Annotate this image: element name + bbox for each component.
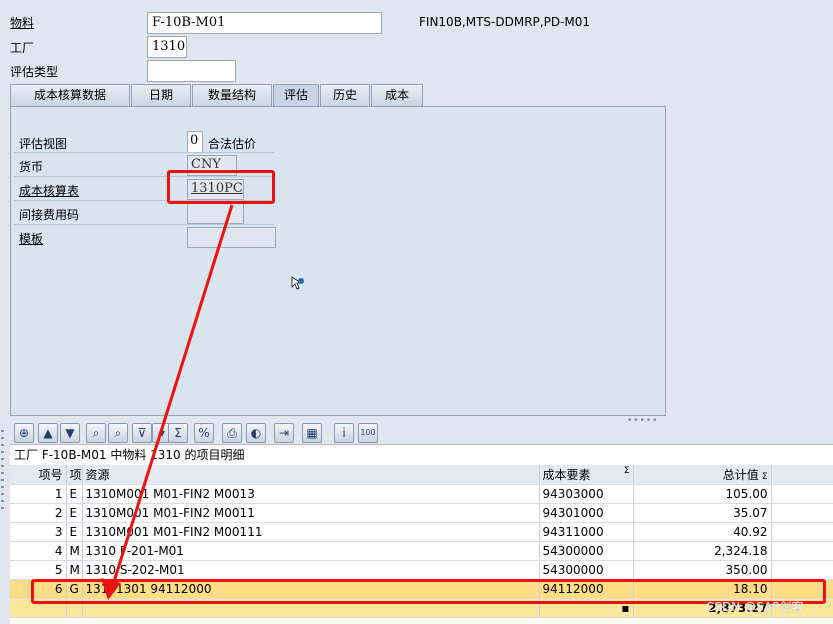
print-icon[interactable]: ⎙: [222, 423, 242, 443]
valuation-view-label: 评估视图: [19, 137, 68, 151]
cell-cost-element: 94311000: [539, 522, 634, 542]
table-row[interactable]: 4 M 1310 F-201-M01 54300000 2,324.18: [10, 541, 833, 561]
info-icon[interactable]: i: [334, 423, 354, 443]
cell-cost-element: 54300000: [539, 560, 634, 580]
alv-title: 工厂 F-10B-M01 中物料 1310 的项目明细: [14, 448, 245, 462]
costing-sheet-highlight: [167, 170, 275, 204]
tab-costs[interactable]: 成本: [371, 84, 423, 106]
template-field: [187, 227, 276, 248]
table-row[interactable]: 5 M 1310 S-202-M01 54300000 350.00: [10, 560, 833, 580]
row-divider: [14, 152, 274, 153]
subtotal-icon[interactable]: %: [194, 423, 214, 443]
row-divider: [14, 224, 274, 225]
plant-field[interactable]: 1310: [147, 36, 187, 58]
tab-valuation[interactable]: 评估: [273, 84, 319, 107]
view-icon[interactable]: ◐: [246, 423, 266, 443]
valuation-view-field[interactable]: 0: [187, 131, 203, 153]
cell-resource: 1310 F-201-M01: [82, 541, 540, 561]
table-row[interactable]: 1 E 1310M001 M01-FIN2 M0013 94303000 105…: [10, 484, 833, 504]
cell-type: E: [66, 484, 83, 504]
header-area: 物料 F-10B-M01 FIN10B,MTS-DDMRP,PD-M01 工厂 …: [0, 0, 833, 84]
cell-resource: 1310 S-202-M01: [82, 560, 540, 580]
details-icon[interactable]: ⊕: [14, 423, 34, 443]
cell-empty: [771, 484, 833, 504]
cell-resource: 1310M001 M01-FIN2 M0013: [82, 484, 540, 504]
material-field[interactable]: F-10B-M01: [147, 12, 382, 34]
material-label: 物料: [10, 16, 35, 30]
cell-item: 5: [10, 560, 67, 580]
valuation-view-text: 合法估价: [208, 137, 257, 151]
cell-empty: [771, 503, 833, 523]
cell-total: 35.07: [633, 503, 772, 523]
cell-empty: [771, 541, 833, 561]
cell-cost-element: 54300000: [539, 541, 634, 561]
cell-total: 2,324.18: [633, 541, 772, 561]
abc-analysis-icon[interactable]: 100: [358, 423, 378, 443]
cell-resource: 1310M001 M01-FIN2 M0011: [82, 503, 540, 523]
cell-total: 350.00: [633, 560, 772, 580]
layout-icon[interactable]: ▦: [302, 423, 322, 443]
overhead-key-label: 间接费用码: [19, 208, 80, 222]
cell-item: 2: [10, 503, 67, 523]
valuation-type-field[interactable]: [147, 60, 236, 82]
tab-history[interactable]: 历史: [320, 84, 370, 106]
find-next-icon[interactable]: ⌕: [108, 423, 128, 443]
table-header-row: 项号 项 资源 成本要素 Ʃ 总计值 Ʃ: [10, 465, 833, 485]
sum-icon[interactable]: Σ: [168, 423, 188, 443]
plant-label: 工厂: [10, 41, 35, 55]
column-header-empty: [771, 465, 833, 485]
cell-resource: 1310M001 M01-FIN2 M00111: [82, 522, 540, 542]
cell-cost-element: 94301000: [539, 503, 634, 523]
cell-empty: [771, 522, 833, 542]
left-resize-handle-icon[interactable]: [0, 430, 6, 610]
column-header-item[interactable]: 项号: [10, 465, 67, 485]
tab-costing-data[interactable]: 成本核算数据: [10, 84, 130, 106]
cell-type: M: [66, 560, 83, 580]
cell-type: M: [66, 541, 83, 561]
find-icon[interactable]: ⌕: [86, 423, 106, 443]
tab-qty-structure[interactable]: 数量结构: [192, 84, 272, 106]
cell-empty: [771, 560, 833, 580]
sort-ascending-icon[interactable]: ▲: [38, 423, 58, 443]
export-icon[interactable]: ⇥: [274, 423, 294, 443]
sort-descending-icon[interactable]: ▼: [60, 423, 80, 443]
table-row[interactable]: 2 E 1310M001 M01-FIN2 M0011 94301000 35.…: [10, 503, 833, 523]
column-header-cost-element[interactable]: 成本要素 Ʃ: [539, 465, 634, 485]
cell-total: 105.00: [633, 484, 772, 504]
currency-label: 货币: [19, 160, 44, 174]
watermark: CSDN @SAP剑客: [706, 600, 804, 614]
filter-icon[interactable]: ⊽: [132, 423, 152, 443]
costing-sheet-label[interactable]: 成本核算表: [19, 182, 79, 199]
cell-cost-element: 94303000: [539, 484, 634, 504]
cell-item: 3: [10, 522, 67, 542]
overhead-key-field: [187, 203, 244, 224]
cell-item: 4: [10, 541, 67, 561]
material-description: FIN10B,MTS-DDMRP,PD-M01: [419, 15, 591, 29]
template-label[interactable]: 模板: [19, 230, 43, 247]
column-header-total[interactable]: 总计值 Ʃ: [633, 465, 772, 485]
sum-column-icon: Ʃ: [623, 465, 630, 476]
cost-element-header-label: 成本要素: [542, 467, 591, 482]
valuation-type-label: 评估类型: [10, 65, 59, 79]
tab-dates[interactable]: 日期: [131, 84, 191, 106]
cell-type: E: [66, 522, 83, 542]
cell-type: E: [66, 503, 83, 523]
alv-toolbar: ⊕ ▲ ▼ ⌕ ⌕ ⊽ ▾ Σ % ⎙ ◐ ⇥ ▦ i 100: [10, 421, 833, 445]
total-header-label: 总计值: [722, 467, 759, 482]
table-row[interactable]: 3 E 1310M001 M01-FIN2 M00111 94311000 40…: [10, 522, 833, 542]
column-header-resource[interactable]: 资源: [82, 465, 540, 485]
cell-total: 40.92: [633, 522, 772, 542]
cell-item: 1: [10, 484, 67, 504]
sum-column-icon: Ʃ: [761, 471, 768, 482]
mouse-cursor-icon: [291, 276, 304, 290]
column-header-type[interactable]: 项: [66, 465, 83, 485]
